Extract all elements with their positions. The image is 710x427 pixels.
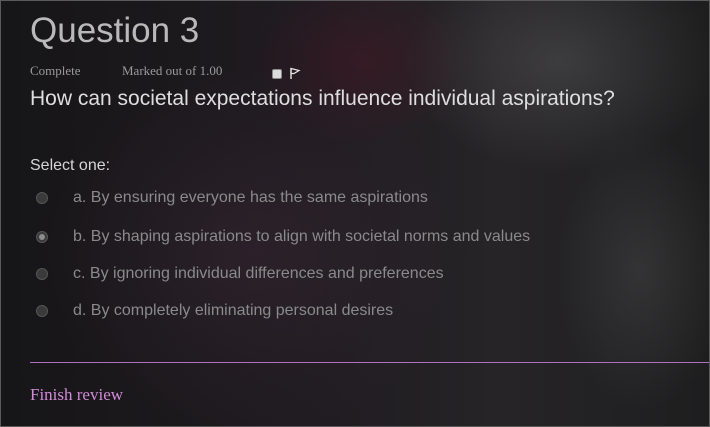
question-state: Complete [30,63,81,78]
answer-option-d[interactable]: d. By completely eliminating personal de… [36,300,393,322]
answer-label: c. By ignoring individual differences an… [73,265,444,282]
flag-checkbox[interactable] [272,69,282,79]
answer-option-b[interactable]: b. By shaping aspirations to align with … [36,226,530,248]
radio-button[interactable] [36,305,48,317]
answer-option-c[interactable]: c. By ignoring individual differences an… [36,263,444,285]
answer-label: d. By completely eliminating personal de… [73,302,394,319]
select-prompt: Select one: [30,157,111,174]
section-divider [30,362,709,363]
question-title: Question 3 [30,11,200,50]
radio-button[interactable] [36,268,48,280]
quiz-review-page: Question 3 Complete Marked out of 1.00 H… [0,0,710,427]
answer-option-a[interactable]: a. By ensuring everyone has the same asp… [36,187,428,209]
flag-icon[interactable] [289,67,301,80]
radio-button[interactable] [36,192,48,204]
radio-button-selected[interactable] [36,231,48,243]
answer-label: a. By ensuring everyone has the same asp… [73,189,428,206]
question-text: How can societal expectations influence … [30,87,615,110]
answer-label: b. By shaping aspirations to align with … [73,228,531,245]
question-grade: Marked out of 1.00 [122,63,223,78]
finish-review-link[interactable]: Finish review [30,385,123,405]
